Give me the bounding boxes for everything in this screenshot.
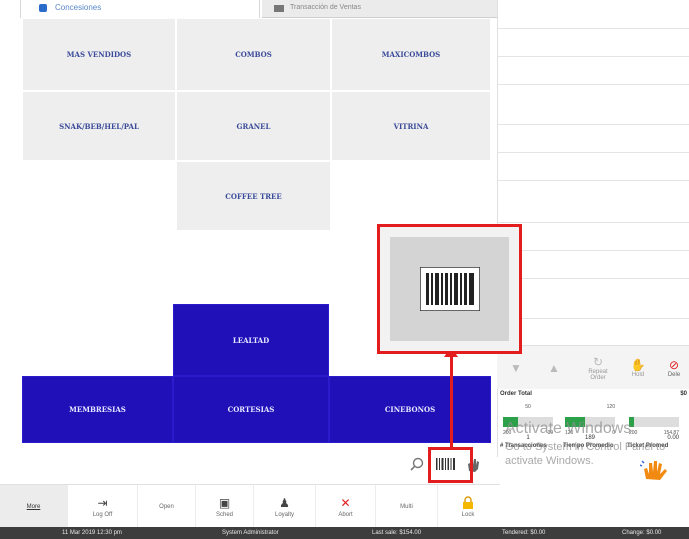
category-cortesias[interactable]: CORTESIAS: [173, 376, 329, 443]
gauge-fill: [503, 417, 518, 427]
status-last-sale: Last sale: $154.00: [372, 530, 422, 536]
gauge-target: 120: [606, 404, 615, 410]
category-coffee-tree[interactable]: COFFEE TREE: [176, 161, 331, 231]
delete-label: Dele: [667, 372, 681, 378]
gauge-avg-time: 120 120 0 189: [561, 401, 619, 441]
order-total-label: Order Total: [500, 391, 532, 397]
search-icon[interactable]: [410, 457, 424, 471]
repeat-order-button[interactable]: ↻ Repeat Order: [579, 346, 617, 390]
abort-label: Abort: [338, 511, 353, 518]
tab-concesiones[interactable]: Concesiones: [20, 0, 260, 18]
order-line: [498, 180, 689, 181]
order-line: [498, 222, 689, 223]
tab-label: Transacción de Ventas: [290, 4, 361, 11]
scroll-up-button[interactable]: ▲: [535, 346, 573, 390]
order-line: [498, 124, 689, 125]
category-mas-vendidos[interactable]: MAS VENDIDOS: [22, 18, 176, 91]
gauge-bar: [629, 417, 679, 427]
open-button[interactable]: Open: [138, 485, 196, 528]
category-maxicombos[interactable]: MAXICOMBOS: [331, 18, 491, 91]
gauge-bar: [565, 417, 615, 427]
gauge-transactions: 50 200 30 1: [499, 401, 557, 441]
log-off-icon: ⇥: [97, 495, 108, 510]
log-off-label: Log Off: [92, 511, 113, 518]
gauge-fill: [629, 417, 634, 427]
order-controls: ▼ ▲ ↻ Repeat Order ✋ Hold ⊘ Dele: [497, 345, 689, 389]
kpi-ticket-label: Ticket Promed: [627, 443, 669, 449]
tab-strip: Concesiones Transacción de Ventas: [0, 0, 498, 18]
lock-label: Lock: [461, 511, 475, 518]
category-cinebonos[interactable]: CINEBONOS: [329, 376, 491, 443]
category-granel[interactable]: GRANEL: [176, 91, 331, 161]
status-datetime: 11 Mar 2019 12:30 pm: [62, 530, 122, 536]
close-icon: ✕: [340, 495, 351, 510]
lock-icon: [463, 495, 473, 509]
status-change: Change: $0.00: [622, 530, 662, 536]
barcode-zoom-callout: [377, 224, 522, 354]
chevron-up-icon: ▲: [548, 361, 560, 375]
order-line: [498, 84, 689, 85]
status-user: System Administrator: [222, 530, 279, 536]
order-line: [498, 152, 689, 153]
barcode-zoom-icon: [419, 267, 480, 311]
gauge-bar: [503, 417, 553, 427]
gauge-target: 50: [525, 404, 531, 410]
more-label: More: [26, 503, 41, 510]
order-line: [498, 250, 689, 251]
bottom-toolbar: More ⇥ Log Off Open ▣ Sched ♟ Loyalty ✕ …: [0, 484, 500, 528]
category-vitrina[interactable]: VITRINA: [331, 91, 491, 161]
gauge-fill: [565, 417, 585, 427]
category-membresias[interactable]: MEMBRESIAS: [22, 376, 173, 443]
loyalty-button[interactable]: ♟ Loyalty: [254, 485, 316, 528]
order-total: Order Total $0: [497, 389, 689, 401]
sched-button[interactable]: ▣ Sched: [196, 485, 254, 528]
category-lealtad[interactable]: LEALTAD: [173, 304, 329, 376]
order-line: [498, 56, 689, 57]
log-off-button[interactable]: ⇥ Log Off: [68, 485, 138, 528]
repeat-icon: ↻: [592, 355, 604, 369]
multi-button[interactable]: Multi: [376, 485, 438, 528]
kpi-time-label: Tiempo Promedio: [563, 443, 614, 449]
hold-label: Hold: [631, 372, 645, 378]
callout-arrow-line: [450, 355, 453, 447]
waving-hand-icon: [639, 459, 670, 483]
tab-sales-transaction[interactable]: Transacción de Ventas: [262, 0, 498, 18]
delete-icon: ⊘: [668, 358, 680, 372]
lock-button[interactable]: Lock: [438, 485, 498, 528]
schedule-icon: ▣: [218, 495, 231, 510]
tab-label: Concesiones: [55, 3, 102, 12]
open-label: Open: [159, 503, 174, 510]
concession-icon: [39, 4, 47, 12]
loyalty-label: Loyalty: [274, 511, 294, 518]
abort-button[interactable]: ✕ Abort: [316, 485, 376, 528]
multi-label: Multi: [400, 503, 413, 510]
status-tendered: Tendered: $0.00: [502, 530, 546, 536]
kpi-transactions-label: # Transacciones: [500, 443, 547, 449]
hold-button[interactable]: ✋ Hold: [619, 346, 657, 390]
register-icon: [274, 5, 284, 12]
order-line: [498, 318, 689, 319]
sched-label: Sched: [215, 511, 233, 518]
category-snak[interactable]: SNAK/BEB/HEL/PAL: [22, 91, 176, 161]
barcode-zoom-inner: [390, 237, 509, 341]
status-bar: 11 Mar 2019 12:30 pm System Administrato…: [0, 527, 689, 539]
chevron-down-icon: ▼: [510, 361, 522, 375]
kpi-gauges: 50 200 30 1 120 120 0 189 200 154.87 0.0…: [497, 401, 689, 441]
barcode-icon[interactable]: [434, 456, 458, 472]
hand-icon: ✋: [630, 358, 646, 372]
gauge-avg-ticket: 200 154.87 0.00: [625, 401, 683, 441]
repeat-order-label: Repeat Order: [588, 369, 608, 381]
order-line: [498, 278, 689, 279]
gesture-icon[interactable]: [465, 457, 481, 473]
order-total-value: $0: [680, 391, 687, 397]
more-button[interactable]: More: [0, 485, 68, 528]
order-line: [498, 28, 689, 29]
delete-button[interactable]: ⊘ Dele: [659, 346, 689, 390]
kpi-labels: # Transacciones Tiempo Promedio Ticket P…: [497, 441, 689, 457]
loyalty-icon: ♟: [279, 495, 290, 510]
category-combos[interactable]: COMBOS: [176, 18, 331, 91]
